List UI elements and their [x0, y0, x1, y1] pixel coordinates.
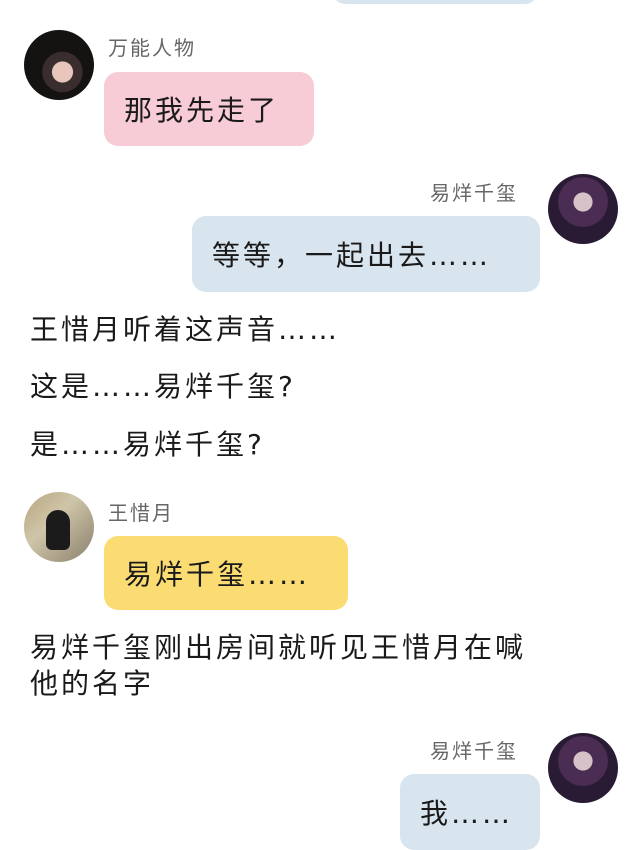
- avatar-wang-xiyue[interactable]: [24, 492, 94, 562]
- sender-name: 万能人物: [108, 36, 196, 60]
- narration-line: 易烊千玺刚出房间就听见王惜月在喊: [30, 631, 527, 664]
- message-bubble[interactable]: 我……: [400, 774, 540, 850]
- message-bubble[interactable]: 易烊千玺……: [104, 536, 348, 610]
- sender-name: 易烊千玺: [430, 739, 518, 763]
- sender-name: 易烊千玺: [430, 181, 518, 205]
- message-bubble[interactable]: 那我先走了: [104, 72, 314, 146]
- avatar-yiyang-qianxi[interactable]: [548, 733, 618, 803]
- narration-line: 是……易烊千玺?: [30, 428, 265, 461]
- narration-line: 这是……易烊千玺?: [30, 370, 296, 403]
- previous-message-bubble: [333, 0, 537, 4]
- sender-name: 王惜月: [108, 501, 174, 525]
- narration-line: 王惜月听着这声音……: [30, 313, 341, 346]
- avatar-yiyang-qianxi[interactable]: [548, 174, 618, 244]
- narration-line: 他的名字: [30, 667, 155, 700]
- message-bubble[interactable]: 等等，一起出去……: [192, 216, 540, 292]
- avatar-wanneng-renwu[interactable]: [24, 30, 94, 100]
